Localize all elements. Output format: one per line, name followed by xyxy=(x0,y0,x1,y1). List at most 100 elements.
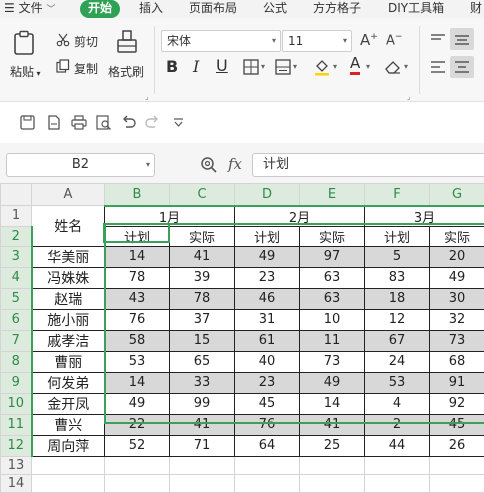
value-cell[interactable]: 23 xyxy=(235,372,300,393)
empty-cell[interactable] xyxy=(105,456,170,474)
value-cell[interactable]: 14 xyxy=(105,372,170,393)
value-cell[interactable]: 49 xyxy=(235,246,300,267)
italic-icon[interactable]: I xyxy=(193,57,199,76)
empty-cell[interactable] xyxy=(365,474,430,492)
row-header[interactable]: 7 xyxy=(1,330,32,351)
subheader-cell[interactable]: 计划 xyxy=(105,226,170,246)
value-cell[interactable]: 53 xyxy=(365,372,430,393)
employee-name-cell[interactable]: 赵瑞 xyxy=(32,288,105,309)
subheader-cell[interactable]: 计划 xyxy=(235,226,300,246)
value-cell[interactable]: 41 xyxy=(170,246,235,267)
value-cell[interactable]: 73 xyxy=(430,330,484,351)
value-cell[interactable]: 45 xyxy=(235,393,300,414)
employee-name-cell[interactable]: 金开凤 xyxy=(32,393,105,414)
column-header[interactable]: C xyxy=(170,184,235,206)
row-header[interactable]: 14 xyxy=(1,474,32,492)
paste-icon[interactable] xyxy=(12,30,38,56)
align-center-button[interactable] xyxy=(450,56,474,78)
row-header[interactable]: 2 xyxy=(1,226,32,246)
value-cell[interactable]: 53 xyxy=(105,351,170,372)
value-cell[interactable]: 49 xyxy=(105,393,170,414)
empty-cell[interactable] xyxy=(365,456,430,474)
value-cell[interactable]: 76 xyxy=(105,309,170,330)
employee-name-cell[interactable]: 冯姝姝 xyxy=(32,267,105,288)
value-cell[interactable]: 78 xyxy=(170,288,235,309)
copy-button[interactable]: 复制 xyxy=(74,60,98,77)
column-header[interactable]: E xyxy=(300,184,365,206)
value-cell[interactable]: 14 xyxy=(300,393,365,414)
align-left-icon[interactable] xyxy=(430,61,446,73)
value-cell[interactable]: 14 xyxy=(105,246,170,267)
font-name-select[interactable]: 宋体 ▾ xyxy=(161,30,281,52)
subheader-cell[interactable]: 实际 xyxy=(300,226,365,246)
value-cell[interactable]: 49 xyxy=(300,372,365,393)
value-cell[interactable]: 33 xyxy=(170,372,235,393)
underline-icon[interactable]: U xyxy=(216,56,228,75)
employee-name-cell[interactable]: 曹兴 xyxy=(32,414,105,435)
row-header[interactable]: 3 xyxy=(1,246,32,267)
value-cell[interactable]: 71 xyxy=(170,435,235,456)
value-cell[interactable]: 64 xyxy=(235,435,300,456)
align-middle-button[interactable] xyxy=(450,28,474,50)
dialog-launcher-icon[interactable]: ⌟ xyxy=(145,92,149,101)
empty-cell[interactable] xyxy=(300,474,365,492)
value-cell[interactable]: 52 xyxy=(105,435,170,456)
redo-icon[interactable] xyxy=(145,115,160,130)
value-cell[interactable]: 41 xyxy=(300,414,365,435)
font-color-icon[interactable]: A xyxy=(350,55,360,75)
value-cell[interactable]: 12 xyxy=(365,309,430,330)
value-cell[interactable]: 40 xyxy=(235,351,300,372)
value-cell[interactable]: 11 xyxy=(300,330,365,351)
customize-qat-icon[interactable] xyxy=(173,117,184,128)
value-cell[interactable]: 5 xyxy=(365,246,430,267)
value-cell[interactable]: 43 xyxy=(105,288,170,309)
value-cell[interactable]: 49 xyxy=(430,267,484,288)
shrink-font-icon[interactable]: A− xyxy=(386,32,402,48)
row-header[interactable]: 13 xyxy=(1,456,32,474)
value-cell[interactable]: 44 xyxy=(365,435,430,456)
value-cell[interactable]: 37 xyxy=(170,309,235,330)
value-cell[interactable]: 18 xyxy=(365,288,430,309)
subheader-cell[interactable]: 实际 xyxy=(170,226,235,246)
value-cell[interactable]: 97 xyxy=(300,246,365,267)
empty-cell[interactable] xyxy=(235,474,300,492)
column-header[interactable]: G xyxy=(430,184,484,206)
row-header[interactable]: 12 xyxy=(1,435,32,456)
tab-page-layout[interactable]: 页面布局 xyxy=(189,0,237,18)
caret-down-icon[interactable]: ▾ xyxy=(333,62,337,71)
value-cell[interactable]: 68 xyxy=(430,351,484,372)
value-cell[interactable]: 83 xyxy=(365,267,430,288)
row-header[interactable]: 6 xyxy=(1,309,32,330)
column-header[interactable]: F xyxy=(365,184,430,206)
value-cell[interactable]: 61 xyxy=(235,330,300,351)
caret-down-icon[interactable]: ▾ xyxy=(261,62,265,71)
row-header[interactable]: 11 xyxy=(1,414,32,435)
value-cell[interactable]: 58 xyxy=(105,330,170,351)
value-cell[interactable]: 63 xyxy=(300,288,365,309)
value-cell[interactable]: 91 xyxy=(430,372,484,393)
tab-truncated[interactable]: 财 xyxy=(470,0,482,18)
eraser-icon[interactable] xyxy=(384,59,402,75)
row-header[interactable]: 4 xyxy=(1,267,32,288)
value-cell[interactable]: 39 xyxy=(170,267,235,288)
merge-cells-icon[interactable] xyxy=(275,59,291,75)
value-cell[interactable]: 30 xyxy=(430,288,484,309)
fill-color-icon[interactable] xyxy=(313,58,331,76)
tab-diy-toolbox[interactable]: DIY工具箱 xyxy=(388,0,444,18)
empty-cell[interactable] xyxy=(300,456,365,474)
zoom-search-icon[interactable] xyxy=(200,156,218,174)
paste-button[interactable]: 粘贴 ▾ xyxy=(10,63,41,80)
grow-font-icon[interactable]: A+ xyxy=(360,31,378,49)
month-header-cell[interactable]: 1月 xyxy=(105,206,235,227)
row-header[interactable]: 8 xyxy=(1,351,32,372)
print-icon[interactable] xyxy=(71,115,87,130)
empty-cell[interactable] xyxy=(170,474,235,492)
name-box[interactable]: B2 ▾ xyxy=(6,153,155,177)
value-cell[interactable]: 31 xyxy=(235,309,300,330)
value-cell[interactable]: 63 xyxy=(300,267,365,288)
employee-name-cell[interactable]: 曹丽 xyxy=(32,351,105,372)
caret-down-icon[interactable]: ▾ xyxy=(293,62,297,71)
empty-cell[interactable] xyxy=(32,474,105,492)
value-cell[interactable]: 76 xyxy=(235,414,300,435)
dialog-launcher-icon[interactable]: ⌟ xyxy=(407,92,411,101)
